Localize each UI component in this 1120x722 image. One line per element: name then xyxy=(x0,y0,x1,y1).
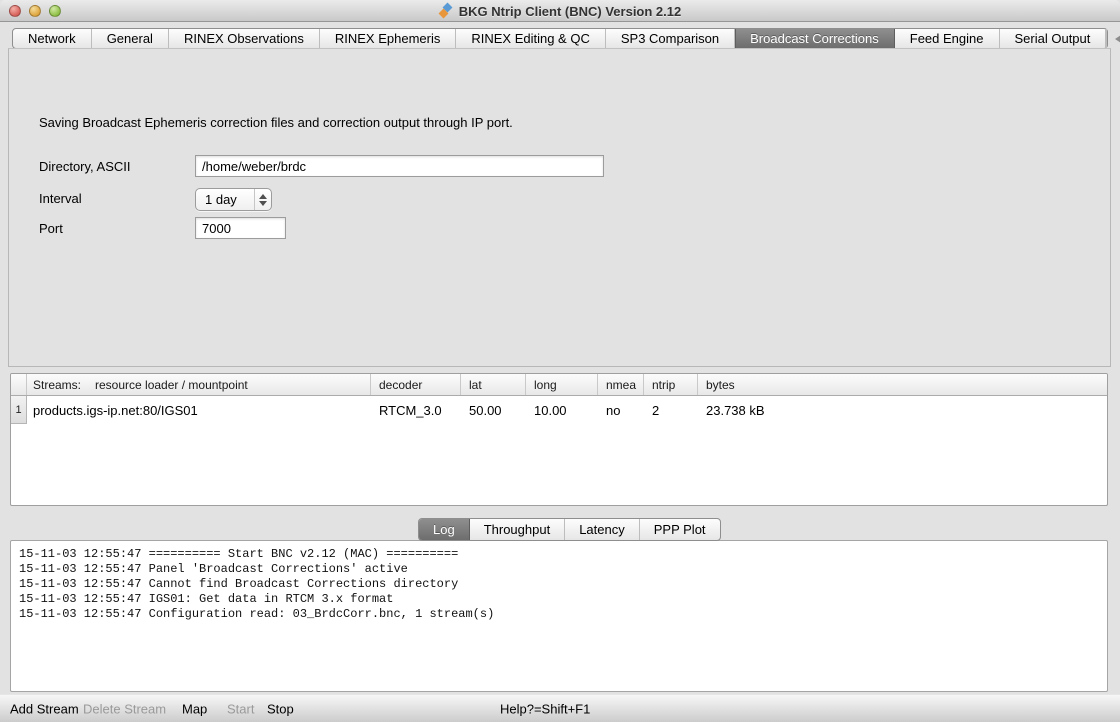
interval-value: 1 day xyxy=(196,192,254,207)
tab-latency[interactable]: Latency xyxy=(565,519,640,540)
tab-ppp-plot[interactable]: PPP Plot xyxy=(640,519,720,540)
delete-stream-button: Delete Stream xyxy=(83,701,166,716)
tab-rinex-editing-qc[interactable]: RINEX Editing & QC xyxy=(456,29,606,48)
decoder-column-header: decoder xyxy=(370,374,460,395)
stream-nmea: no xyxy=(597,403,643,418)
interval-label: Interval xyxy=(39,191,82,206)
bottom-toolbar: Add Stream Delete Stream Map Start Stop … xyxy=(0,694,1120,722)
chevron-left-icon xyxy=(1115,35,1120,43)
map-button[interactable]: Map xyxy=(182,701,207,716)
stream-row[interactable]: 1 products.igs-ip.net:80/IGS01 RTCM_3.0 … xyxy=(11,396,1107,424)
bytes-column-header: bytes xyxy=(697,374,1107,395)
tab-scroll-controls xyxy=(1106,29,1120,48)
tab-sp3-comparison[interactable]: SP3 Comparison xyxy=(606,29,735,48)
stream-long: 10.00 xyxy=(525,403,597,418)
stream-ntrip: 2 xyxy=(643,403,697,418)
panel-description: Saving Broadcast Ephemeris correction fi… xyxy=(39,115,513,130)
tab-scroll-left-button[interactable] xyxy=(1107,29,1120,48)
title-bar: BKG Ntrip Client (BNC) Version 2.12 xyxy=(0,0,1120,22)
directory-label: Directory, ASCII xyxy=(39,159,131,174)
log-line: 15-11-03 12:55:47 Panel 'Broadcast Corre… xyxy=(19,562,1099,577)
tab-log[interactable]: Log xyxy=(419,519,470,540)
streams-table-header: Streams: resource loader / mountpoint dec… xyxy=(11,374,1107,396)
stream-bytes: 23.738 kB xyxy=(697,403,1107,418)
log-line: 15-11-03 12:55:47 ========== Start BNC v… xyxy=(19,547,1099,562)
stop-button[interactable]: Stop xyxy=(267,701,294,716)
log-line: 15-11-03 12:55:47 Cannot find Broadcast … xyxy=(19,577,1099,592)
tab-serial-output[interactable]: Serial Output xyxy=(1000,29,1107,48)
tab-network[interactable]: Network xyxy=(13,29,92,48)
tab-rinex-ephemeris[interactable]: RINEX Ephemeris xyxy=(320,29,456,48)
streams-table: Streams: resource loader / mountpoint dec… xyxy=(10,373,1108,506)
main-tab-bar: Network General RINEX Observations RINEX… xyxy=(12,28,1108,49)
tab-general[interactable]: General xyxy=(92,29,169,48)
row-number: 1 xyxy=(11,396,27,424)
stream-decoder: RTCM_3.0 xyxy=(370,403,460,418)
streams-label: Streams: xyxy=(33,378,81,392)
tab-feed-engine[interactable]: Feed Engine xyxy=(895,29,1000,48)
log-line: 15-11-03 12:55:47 Configuration read: 03… xyxy=(19,607,1099,622)
log-tab-bar: Log Throughput Latency PPP Plot xyxy=(418,518,721,541)
log-output[interactable]: 15-11-03 12:55:47 ========== Start BNC v… xyxy=(10,540,1108,692)
mountpoint-header-text: resource loader / mountpoint xyxy=(95,378,248,392)
log-line: 15-11-03 12:55:47 IGS01: Get data in RTC… xyxy=(19,592,1099,607)
directory-input[interactable] xyxy=(195,155,604,177)
mountpoint-column-header: Streams: resource loader / mountpoint xyxy=(27,378,370,392)
title-wrap: BKG Ntrip Client (BNC) Version 2.12 xyxy=(0,0,1120,22)
stream-lat: 50.00 xyxy=(460,403,525,418)
tab-broadcast-corrections[interactable]: Broadcast Corrections xyxy=(735,29,895,48)
stream-mountpoint: products.igs-ip.net:80/IGS01 xyxy=(27,403,370,418)
help-shortcut-label: Help?=Shift+F1 xyxy=(500,701,590,716)
tab-rinex-observations[interactable]: RINEX Observations xyxy=(169,29,320,48)
nmea-column-header: nmea xyxy=(597,374,643,395)
tab-throughput[interactable]: Throughput xyxy=(470,519,566,540)
broadcast-corrections-panel: Saving Broadcast Ephemeris correction fi… xyxy=(8,48,1111,367)
ntrip-column-header: ntrip xyxy=(643,374,697,395)
combo-stepper-icon xyxy=(254,189,271,210)
header-corner-cell xyxy=(11,374,27,395)
window-title: BKG Ntrip Client (BNC) Version 2.12 xyxy=(459,4,681,19)
port-input[interactable] xyxy=(195,217,286,239)
add-stream-button[interactable]: Add Stream xyxy=(10,701,79,716)
port-label: Port xyxy=(39,221,63,236)
lat-column-header: lat xyxy=(460,374,525,395)
start-button: Start xyxy=(227,701,254,716)
interval-select[interactable]: 1 day xyxy=(195,188,272,211)
bnc-logo-icon xyxy=(439,4,454,19)
long-column-header: long xyxy=(525,374,597,395)
